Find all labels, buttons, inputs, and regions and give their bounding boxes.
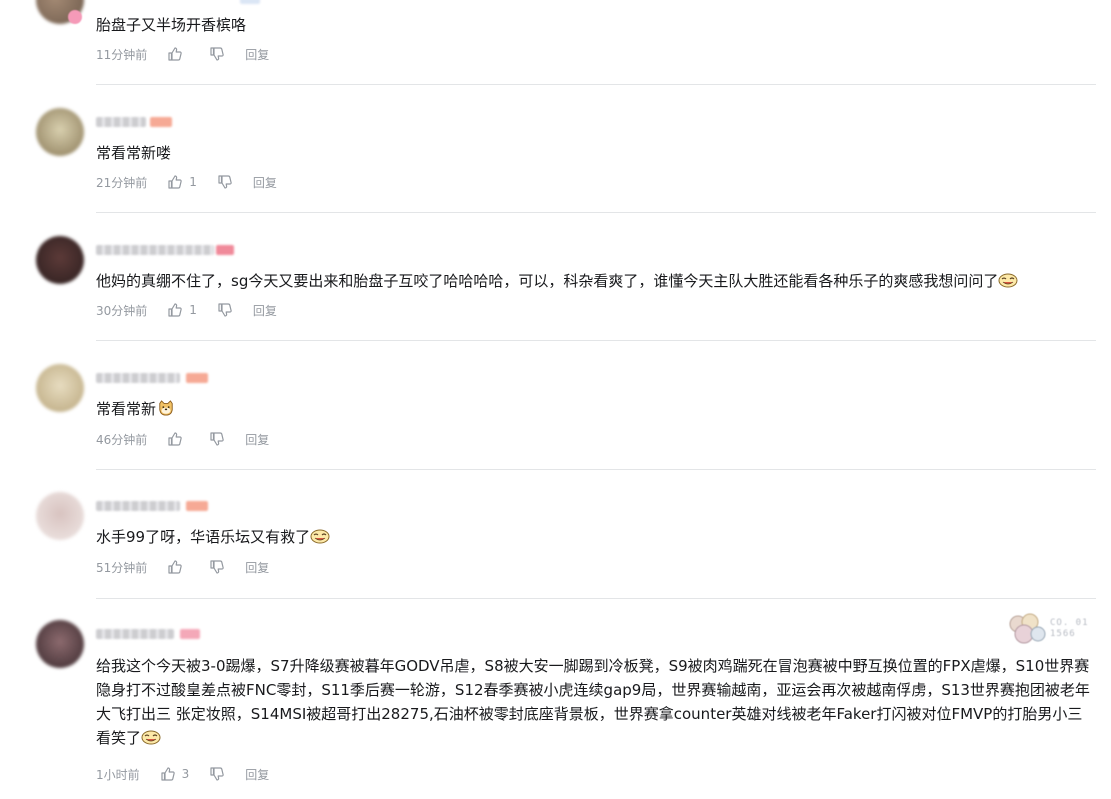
doge-emote-icon xyxy=(159,400,173,416)
user-avatar[interactable] xyxy=(36,364,84,412)
comment-text: 给我这个今天被3-0踢爆，S7升降级赛被暮年GODV吊虐，S8被大安一脚踢到冷板… xyxy=(96,654,1096,750)
reply-button[interactable]: 回复 xyxy=(253,302,277,319)
like-count: 1 xyxy=(189,175,197,189)
comment-text: 水手99了呀，华语乐坛又有救了 xyxy=(96,525,1096,549)
user-avatar[interactable] xyxy=(36,620,84,668)
comment-text: 胎盘子又半场开香槟咯 xyxy=(96,16,247,34)
user-level-badge xyxy=(180,629,200,639)
username[interactable] xyxy=(96,501,180,511)
comment-text-content: 水手99了呀，华语乐坛又有救了 xyxy=(96,528,311,546)
like-button[interactable] xyxy=(167,559,189,575)
user-level-badge xyxy=(216,245,234,255)
avatar-decoration-icon xyxy=(68,10,82,24)
thumbs-up-icon xyxy=(168,432,183,446)
comment-divider xyxy=(96,469,1096,470)
dislike-button[interactable] xyxy=(209,46,225,62)
comment-divider xyxy=(96,212,1096,213)
thumbs-down-icon xyxy=(210,767,225,781)
thumbs-up-icon xyxy=(161,767,175,781)
comment-text-content: 给我这个今天被3-0踢爆，S7升降级赛被暮年GODV吊虐，S8被大安一脚踢到冷板… xyxy=(96,657,1090,747)
thumbs-down-icon xyxy=(210,432,225,446)
username[interactable] xyxy=(96,373,180,383)
username[interactable] xyxy=(96,629,174,639)
like-button[interactable]: 1 xyxy=(167,174,197,190)
comment-text: 常看常新喽 xyxy=(96,144,172,162)
comment-meta: 21分钟前 1 回复 xyxy=(96,173,277,191)
fan-badge-text: CO. 011566 xyxy=(1050,618,1089,639)
comment-text: 常看常新 xyxy=(96,397,1096,421)
comment-meta: 11分钟前 回复 xyxy=(96,45,269,63)
reply-button[interactable]: 回复 xyxy=(245,431,269,448)
dislike-button[interactable] xyxy=(209,766,225,782)
comment-divider xyxy=(96,340,1096,341)
thumbs-down-icon xyxy=(218,175,232,189)
user-level-badge xyxy=(186,373,208,383)
like-count: 1 xyxy=(189,303,197,317)
comment-text-content: 常看常新 xyxy=(96,400,157,418)
username[interactable] xyxy=(96,245,214,255)
thumbs-down-icon xyxy=(210,560,225,574)
user-level-badge xyxy=(150,117,172,127)
reply-button[interactable]: 回复 xyxy=(245,46,269,63)
thumbs-up-icon xyxy=(168,303,183,317)
like-button[interactable]: 3 xyxy=(160,766,190,782)
like-button[interactable] xyxy=(167,431,189,447)
username[interactable] xyxy=(96,117,146,127)
comment-meta: 30分钟前 1 回复 xyxy=(96,301,277,319)
fan-badge[interactable]: CO. 011566 xyxy=(1008,612,1090,646)
laughing-emote-icon xyxy=(998,273,1018,288)
dislike-button[interactable] xyxy=(217,302,233,318)
fan-badge-icon xyxy=(1009,613,1046,644)
comment-time: 11分钟前 xyxy=(96,47,148,62)
laughing-emote-icon xyxy=(141,730,161,745)
user-avatar[interactable] xyxy=(36,492,84,540)
thumbs-up-icon xyxy=(168,175,183,189)
dislike-button[interactable] xyxy=(209,431,225,447)
comment-meta: 1小时前 3 回复 xyxy=(96,765,269,783)
comment-time: 1小时前 xyxy=(96,767,140,782)
reply-button[interactable]: 回复 xyxy=(245,766,269,783)
thumbs-down-icon xyxy=(218,303,232,317)
thumbs-up-icon xyxy=(168,560,183,574)
comment-text-content: 他妈的真绷不住了，sg今天又要出来和胎盘子互咬了哈哈哈哈，可以，科杂看爽了，谁懂… xyxy=(96,272,999,290)
like-button[interactable] xyxy=(167,46,189,62)
comment-meta: 46分钟前 回复 xyxy=(96,430,269,448)
comment-time: 30分钟前 xyxy=(96,303,148,318)
comment-time: 21分钟前 xyxy=(96,175,148,190)
comment-text: 他妈的真绷不住了，sg今天又要出来和胎盘子互咬了哈哈哈哈，可以，科杂看爽了，谁懂… xyxy=(96,269,1096,293)
comment-time: 51分钟前 xyxy=(96,560,148,575)
comment-divider xyxy=(96,598,1096,599)
laughing-emote-icon xyxy=(310,529,330,544)
user-avatar[interactable] xyxy=(36,236,84,284)
user-avatar[interactable] xyxy=(36,108,84,156)
reply-button[interactable]: 回复 xyxy=(245,559,269,576)
dislike-button[interactable] xyxy=(217,174,233,190)
reply-button[interactable]: 回复 xyxy=(253,174,277,191)
user-level-badge xyxy=(240,0,260,4)
like-count: 3 xyxy=(181,767,190,781)
comment-meta: 51分钟前 回复 xyxy=(96,558,269,576)
dislike-button[interactable] xyxy=(209,559,225,575)
user-level-badge xyxy=(186,501,208,511)
comment-time: 46分钟前 xyxy=(96,432,148,447)
comment-divider xyxy=(96,84,1096,85)
thumbs-up-icon xyxy=(168,47,183,61)
thumbs-down-icon xyxy=(210,47,225,61)
like-button[interactable]: 1 xyxy=(167,302,197,318)
